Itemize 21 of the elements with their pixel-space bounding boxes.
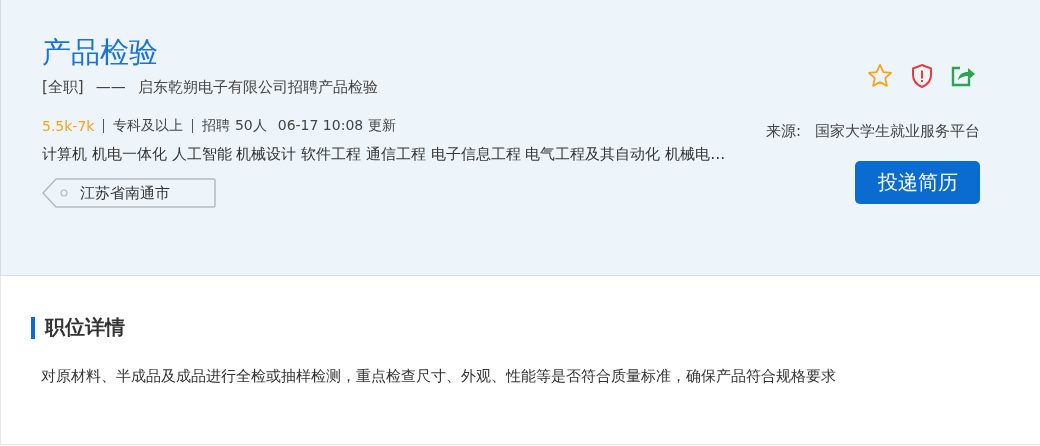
majors-list: 计算机 机电一体化 人工智能 机械设计 软件工程 通信工程 电子信息工程 电气工程及其自动化 机械电…: [42, 145, 726, 164]
job-description: 对原材料、半成品及成品进行全检或抽样检测，重点检查尺寸、外观、性能等是否符合质量标准，确保产品符合规格要求: [41, 367, 837, 386]
apply-button[interactable]: 投递简历: [855, 161, 980, 204]
salary: 5.5k-7k: [42, 118, 95, 134]
headcount: 招聘 50人: [202, 117, 267, 135]
company-line: 启东乾朔电子有限公司招聘产品检验: [137, 78, 378, 97]
source-label: 来源:: [765, 122, 801, 141]
update-time: 06-17 10:08 更新: [277, 117, 396, 135]
separator: ——: [95, 78, 126, 97]
report-shield-icon[interactable]: [910, 63, 934, 89]
section-heading: 职位详情: [45, 314, 125, 341]
divider-bar: [192, 119, 194, 133]
location-tag: 江苏省南通市: [42, 178, 216, 208]
source-name: 国家大学生就业服务平台: [815, 122, 980, 141]
job-title[interactable]: 产品检验: [42, 32, 726, 72]
share-icon[interactable]: [950, 64, 976, 88]
education: 专科及以上: [113, 117, 184, 135]
divider-bar: [103, 119, 105, 133]
favorite-star-icon[interactable]: [866, 62, 894, 90]
employment-type: [全职]: [42, 78, 84, 97]
heading-accent-bar: [31, 316, 35, 339]
